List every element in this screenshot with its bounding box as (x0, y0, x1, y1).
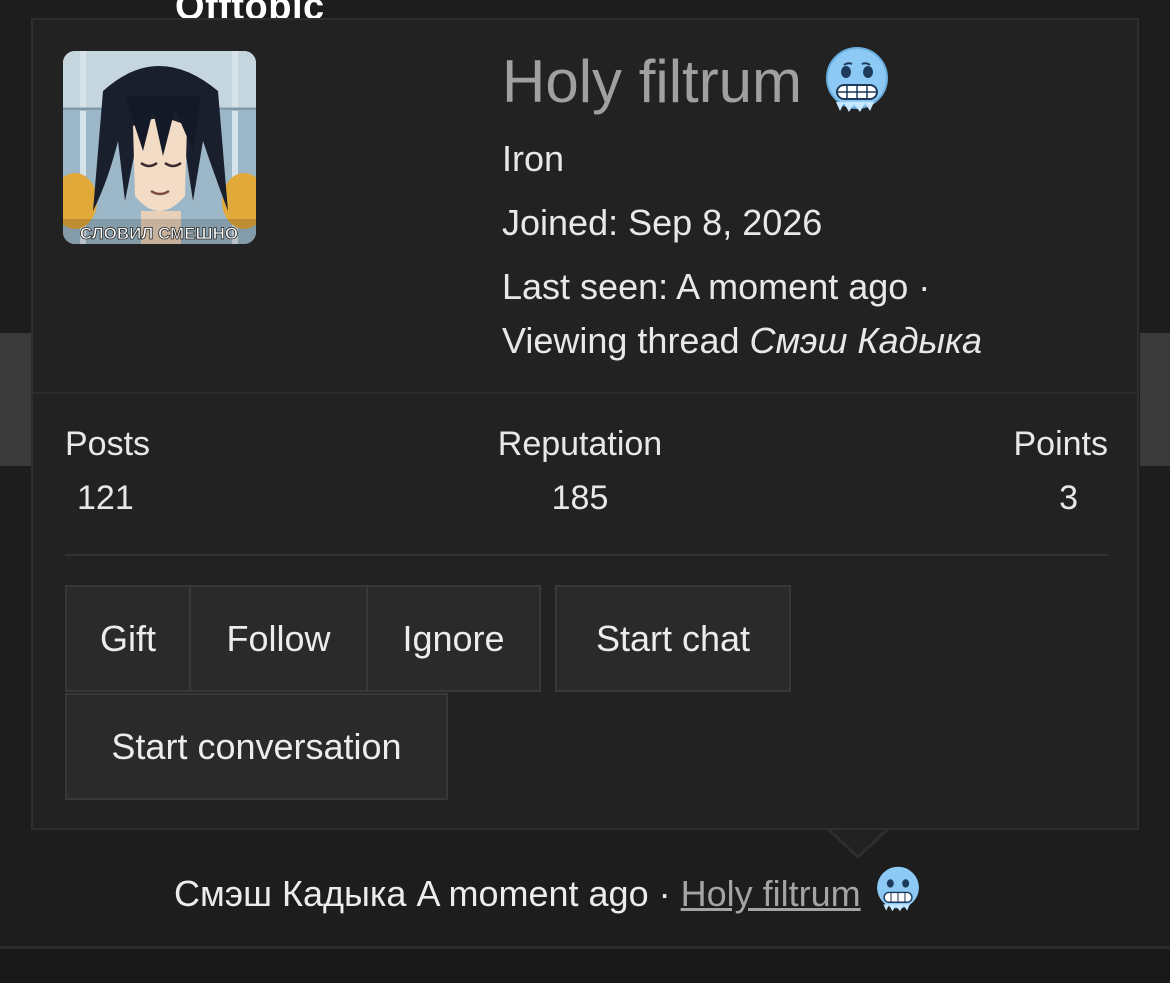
avatar-image: СЛОВИЛ СМЕШНО (63, 51, 256, 244)
last-seen-row: Last seen: A moment ago · (502, 266, 1122, 308)
avatar[interactable]: СЛОВИЛ СМЕШНО (63, 51, 256, 244)
last-seen-label: Last seen: (502, 266, 669, 307)
stat-posts[interactable]: Posts 121 (65, 424, 150, 518)
points-label: Points (1013, 425, 1109, 463)
author-link[interactable]: Holy filtrum (681, 866, 921, 922)
start-conversation-button[interactable]: Start conversation (65, 693, 448, 800)
ignore-button[interactable]: Ignore (366, 585, 541, 692)
background-band-left (0, 333, 32, 466)
reputation-value: 185 (551, 479, 609, 517)
separator-dot: · (918, 266, 931, 307)
member-stats: Posts 121 Reputation 185 Points 3 (65, 424, 1108, 556)
joined-row: Joined: Sep 8, 2026 (502, 202, 1122, 244)
activity-row: Viewing thread Смэш Кадыка (502, 320, 1122, 362)
posts-value: 121 (77, 479, 134, 517)
thread-meta-line: Смэш Кадыка A moment ago · Holy filtrum (174, 866, 921, 922)
cold-face-emoji-icon (875, 866, 921, 922)
activity-thread-link[interactable]: Смэш Кадыка (750, 320, 983, 361)
member-tooltip-card: СЛОВИЛ СМЕШНО Holy filtrum Iron Joined: … (31, 18, 1139, 830)
background-bottom-area (0, 949, 1170, 983)
thread-time: A moment ago (416, 873, 649, 914)
separator-dot: · (658, 873, 671, 914)
activity-text: Viewing thread (502, 320, 740, 361)
last-seen-value: A moment ago (676, 266, 909, 307)
joined-date: Sep 8, 2026 (628, 202, 823, 243)
username-row: Holy filtrum (502, 44, 1122, 120)
popup-arrow-inner (829, 828, 887, 855)
thread-title[interactable]: Смэш Кадыка (174, 872, 406, 916)
user-info: Holy filtrum Iron Joined: Sep 8, 2026 La… (502, 44, 1122, 362)
follow-button[interactable]: Follow (189, 585, 368, 692)
start-chat-button[interactable]: Start chat (555, 585, 791, 692)
page: Offtopic СЛОВИЛ СМЕШНО Holy filtrum Iron… (0, 0, 1170, 983)
gift-button[interactable]: Gift (65, 585, 191, 692)
username-link[interactable]: Holy filtrum (502, 52, 802, 112)
user-rank: Iron (502, 138, 565, 179)
author-name: Holy filtrum (680, 873, 861, 914)
points-value: 3 (1059, 479, 1078, 517)
stat-reputation[interactable]: Reputation 185 (492, 424, 668, 518)
cold-face-emoji-icon (824, 46, 890, 118)
joined-label: Joined: (502, 202, 619, 243)
reputation-label: Reputation (497, 425, 663, 463)
background-band-right (1140, 333, 1170, 466)
posts-label: Posts (65, 425, 151, 463)
stat-points[interactable]: Points 3 (1014, 424, 1109, 518)
avatar-caption: СЛОВИЛ СМЕШНО (80, 224, 238, 243)
member-header: СЛОВИЛ СМЕШНО Holy filtrum Iron Joined: … (33, 20, 1137, 394)
